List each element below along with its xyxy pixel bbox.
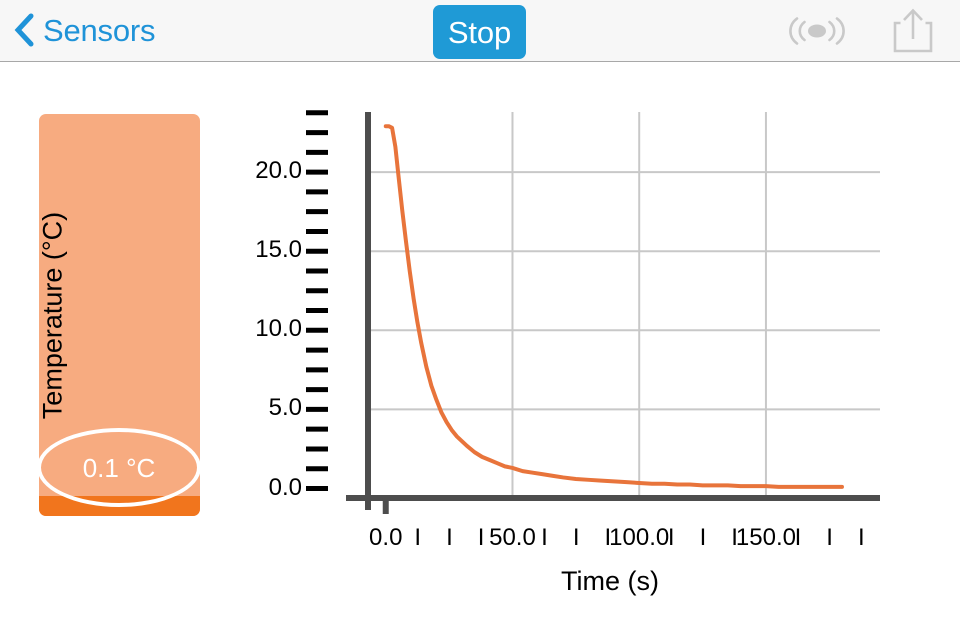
y-axis-tick-label: 5.0 bbox=[268, 394, 302, 422]
y-axis-tick-label: 0.0 bbox=[268, 473, 302, 501]
x-axis-tick-label: 50.0 bbox=[489, 524, 536, 551]
stop-button-label: Stop bbox=[447, 14, 512, 50]
x-axis-tick-label: 0.0 bbox=[369, 524, 403, 551]
back-button[interactable]: Sensors bbox=[14, 4, 156, 56]
x-axis-minor-tick: I bbox=[826, 524, 833, 551]
x-axis-tick-label: 100.0 bbox=[609, 524, 670, 551]
y-axis-tick-label: 20.0 bbox=[255, 157, 302, 185]
x-axis-minor-tick: I bbox=[857, 524, 865, 551]
y-axis-tick-label: 10.0 bbox=[255, 315, 302, 343]
back-button-label: Sensors bbox=[43, 12, 156, 48]
y-axis-title: Temperature (°C) bbox=[37, 211, 68, 420]
chart-axes bbox=[346, 112, 880, 510]
share-button[interactable] bbox=[888, 7, 938, 55]
x-axis-title: Time (s) bbox=[561, 566, 659, 596]
stop-button[interactable]: Stop bbox=[433, 5, 526, 59]
gauge-readout-value: 0.1 °C bbox=[82, 452, 156, 483]
x-axis-tick-label: 150.0 bbox=[735, 524, 796, 551]
chart-series-line bbox=[383, 124, 844, 489]
broadcast-button[interactable] bbox=[786, 12, 848, 50]
chart-tick-marks bbox=[306, 110, 389, 514]
y-axis-tick-label: 15.0 bbox=[255, 236, 302, 264]
chart-gridlines bbox=[368, 112, 880, 498]
chevron-left-icon bbox=[14, 13, 34, 47]
navigation-bar: Sensors Stop bbox=[0, 0, 960, 62]
broadcast-icon bbox=[789, 17, 845, 45]
share-upload-icon bbox=[893, 8, 933, 53]
